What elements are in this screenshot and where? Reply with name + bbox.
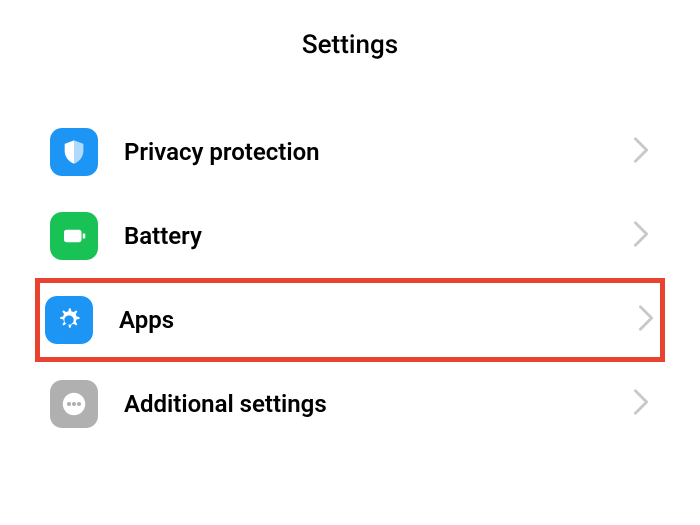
page-title: Settings bbox=[0, 30, 700, 60]
chevron-right-icon bbox=[637, 304, 655, 336]
chevron-right-icon bbox=[632, 136, 650, 168]
chevron-right-icon bbox=[632, 388, 650, 420]
settings-item-apps[interactable]: Apps bbox=[35, 278, 665, 362]
item-label-battery: Battery bbox=[124, 222, 632, 250]
item-label-apps: Apps bbox=[119, 306, 637, 334]
settings-item-additional[interactable]: Additional settings bbox=[40, 362, 660, 446]
item-label-privacy: Privacy protection bbox=[124, 138, 632, 166]
gear-icon bbox=[45, 296, 93, 344]
settings-list: Privacy protection Battery A bbox=[0, 110, 700, 446]
settings-item-privacy[interactable]: Privacy protection bbox=[40, 110, 660, 194]
shield-icon bbox=[50, 128, 98, 176]
item-label-additional: Additional settings bbox=[124, 390, 632, 418]
battery-icon bbox=[50, 212, 98, 260]
chevron-right-icon bbox=[632, 220, 650, 252]
settings-header: Settings bbox=[0, 0, 700, 110]
settings-item-battery[interactable]: Battery bbox=[40, 194, 660, 278]
ellipsis-icon bbox=[50, 380, 98, 428]
